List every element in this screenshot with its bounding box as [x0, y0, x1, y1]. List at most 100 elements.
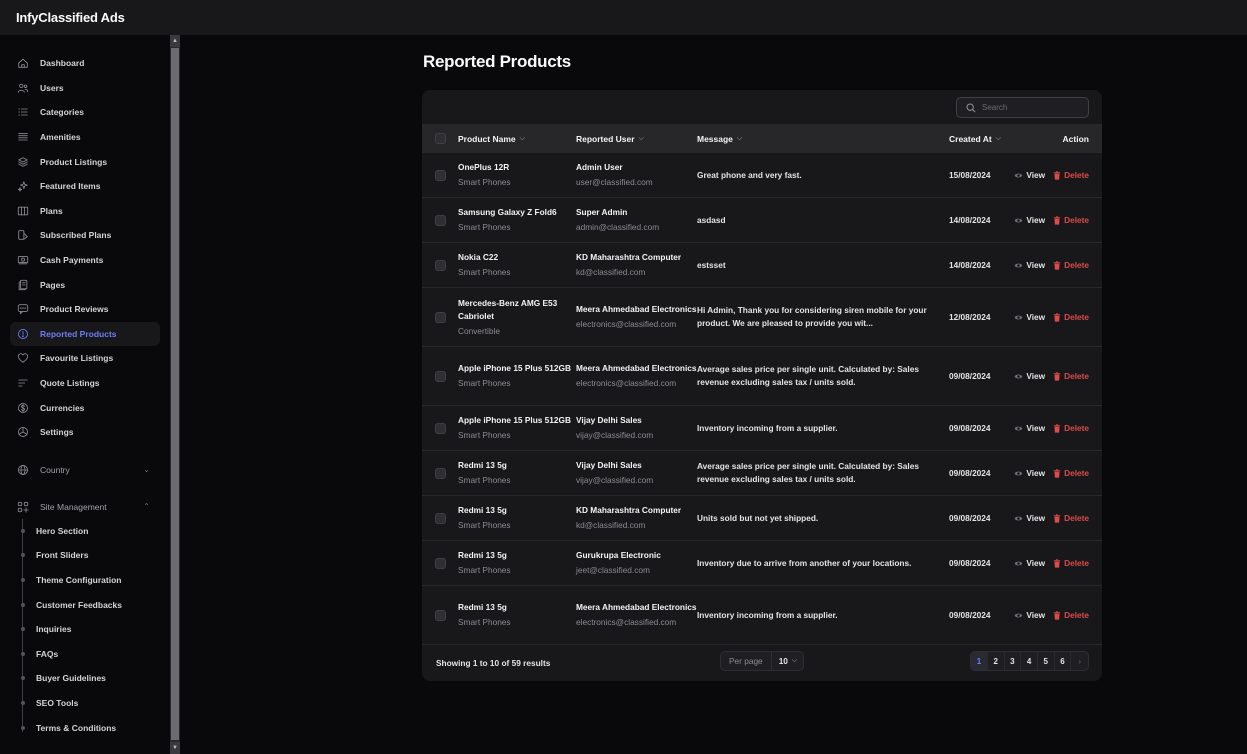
view-button[interactable]: View	[1014, 513, 1045, 523]
row-checkbox[interactable]	[435, 169, 446, 181]
row-checkbox[interactable]	[435, 609, 446, 621]
view-button[interactable]: View	[1014, 260, 1045, 270]
product-name[interactable]: Apple iPhone 15 Plus 512GB	[458, 414, 576, 427]
delete-button[interactable]: Delete	[1053, 423, 1089, 433]
view-button[interactable]: View	[1014, 558, 1045, 568]
row-checkbox[interactable]	[435, 259, 446, 271]
row-checkbox[interactable]	[435, 311, 446, 323]
row-checkbox[interactable]	[435, 214, 446, 226]
row-checkbox[interactable]	[435, 512, 446, 524]
view-button[interactable]: View	[1014, 423, 1045, 433]
message-cell: Inventory due to arrive from another of …	[697, 557, 912, 568]
scroll-thumb[interactable]	[171, 48, 179, 740]
delete-button[interactable]: Delete	[1053, 558, 1089, 568]
page-button-1[interactable]: 1	[971, 652, 988, 670]
sidebar-item-currencies[interactable]: Currencies	[10, 395, 160, 420]
sidebar-group-site-management[interactable]: Site Management ⌃	[10, 495, 160, 519]
submenu-item-terms-conditions[interactable]: Terms & Conditions	[20, 715, 170, 740]
sidebar-item-featured-items[interactable]: Featured Items	[10, 174, 160, 199]
sidebar-item-plans[interactable]: Plans	[10, 199, 160, 224]
bullet-icon	[20, 602, 25, 607]
sidebar-item-product-reviews[interactable]: Product Reviews	[10, 297, 160, 322]
submenu-item-front-sliders[interactable]: Front Sliders	[20, 543, 170, 568]
product-name[interactable]: Redmi 13 5g	[458, 601, 576, 614]
sidebar-item-settings[interactable]: Settings	[10, 420, 160, 445]
column-label: Reported User	[576, 133, 635, 144]
delete-button[interactable]: Delete	[1053, 371, 1089, 381]
delete-button[interactable]: Delete	[1053, 513, 1089, 523]
sidebar-item-users[interactable]: Users	[10, 76, 160, 101]
product-name[interactable]: Mercedes-Benz AMG E53 Cabriolet	[458, 297, 576, 323]
sidebar-item-quote-listings[interactable]: Quote Listings	[10, 371, 160, 396]
list-icon	[16, 105, 30, 119]
chat-icon	[16, 302, 30, 316]
reported-user-name: Meera Ahmedabad Electronics	[576, 363, 697, 373]
sidebar-item-dashboard[interactable]: Dashboard	[10, 51, 160, 76]
row-checkbox[interactable]	[435, 557, 446, 569]
submenu-item-faqs[interactable]: FAQs	[20, 641, 170, 666]
product-name[interactable]: Redmi 13 5g	[458, 549, 576, 562]
search-box[interactable]	[956, 97, 1089, 118]
delete-button[interactable]: Delete	[1053, 170, 1089, 180]
chevron-down-icon: ⌵	[736, 134, 743, 142]
view-button[interactable]: View	[1014, 312, 1045, 322]
sidebar-item-reported-products[interactable]: Reported Products	[10, 321, 160, 347]
per-page-value[interactable]: 10 ⌵	[772, 656, 798, 666]
page-button-6[interactable]: 6	[1055, 652, 1072, 670]
view-button[interactable]: View	[1014, 610, 1045, 620]
view-button[interactable]: View	[1014, 371, 1045, 381]
view-button[interactable]: View	[1014, 215, 1045, 225]
sidebar-item-cash-payments[interactable]: Cash Payments	[10, 248, 160, 273]
submenu-item-inquiries[interactable]: Inquiries	[20, 617, 170, 642]
select-all-checkbox[interactable]	[435, 133, 446, 144]
product-name[interactable]: OnePlus 12R	[458, 161, 576, 174]
submenu-item-theme-configuration[interactable]: Theme Configuration	[20, 568, 170, 593]
sidebar-group-country[interactable]: Country ⌄	[10, 458, 160, 482]
submenu-item-buyer-guidelines[interactable]: Buyer Guidelines	[20, 666, 170, 691]
submenu-item-seo-tools[interactable]: SEO Tools	[20, 691, 170, 716]
delete-button[interactable]: Delete	[1053, 610, 1089, 620]
page-button-2[interactable]: 2	[988, 652, 1005, 670]
page-button-4[interactable]: 4	[1021, 652, 1038, 670]
sidebar-item-pages[interactable]: Pages	[10, 272, 160, 297]
product-name[interactable]: Nokia C22	[458, 251, 576, 264]
sidebar-item-label: Quote Listings	[40, 378, 100, 389]
sidebar-item-label: Reported Products	[40, 328, 117, 339]
row-checkbox[interactable]	[435, 422, 446, 434]
page-button-5[interactable]: 5	[1038, 652, 1055, 670]
search-input[interactable]	[982, 103, 1082, 112]
sidebar-scrollbar[interactable]: ▲ ▼	[170, 35, 180, 754]
next-page-button[interactable]: ›	[1071, 652, 1088, 670]
created-at-cell: 14/08/2024	[949, 260, 991, 270]
product-name[interactable]: Samsung Galaxy Z Fold6	[458, 206, 576, 219]
row-checkbox[interactable]	[435, 370, 446, 382]
row-checkbox[interactable]	[435, 467, 446, 479]
sidebar-item-categories[interactable]: Categories	[10, 100, 160, 125]
page-button-3[interactable]: 3	[1005, 652, 1022, 670]
delete-button[interactable]: Delete	[1053, 468, 1089, 478]
column-message[interactable]: Message ⌵	[697, 134, 949, 144]
column-created-at[interactable]: Created At ⌵	[949, 134, 1017, 144]
delete-button[interactable]: Delete	[1053, 260, 1089, 270]
product-name[interactable]: Redmi 13 5g	[458, 459, 576, 472]
sidebar-item-amenities[interactable]: Amenities	[10, 125, 160, 150]
sidebar-item-subscribed-plans[interactable]: Subscribed Plans	[10, 223, 160, 248]
scroll-up-button[interactable]: ▲	[170, 35, 180, 47]
user-cell: KD Maharashtra Computer kd@classified.com	[576, 251, 697, 279]
per-page-select[interactable]: Per page 10 ⌵	[720, 651, 804, 671]
product-name[interactable]: Apple iPhone 15 Plus 512GB	[458, 362, 576, 375]
delete-button[interactable]: Delete	[1053, 215, 1089, 225]
view-button[interactable]: View	[1014, 170, 1045, 180]
sidebar-item-product-listings[interactable]: Product Listings	[10, 149, 160, 174]
submenu-item-customer-feedbacks[interactable]: Customer Feedbacks	[20, 592, 170, 617]
sidebar-item-favourite-listings[interactable]: Favourite Listings	[10, 346, 160, 371]
view-button[interactable]: View	[1014, 468, 1045, 478]
user-cell: Vijay Delhi Sales vijay@classified.com	[576, 459, 697, 487]
columns-icon	[16, 204, 30, 218]
delete-button[interactable]: Delete	[1053, 312, 1089, 322]
column-product-name[interactable]: Product Name ⌵	[458, 134, 576, 144]
submenu-item-hero-section[interactable]: Hero Section	[20, 519, 170, 544]
scroll-down-button[interactable]: ▼	[170, 742, 180, 754]
product-name[interactable]: Redmi 13 5g	[458, 504, 576, 517]
column-reported-user[interactable]: Reported User ⌵	[576, 134, 697, 144]
